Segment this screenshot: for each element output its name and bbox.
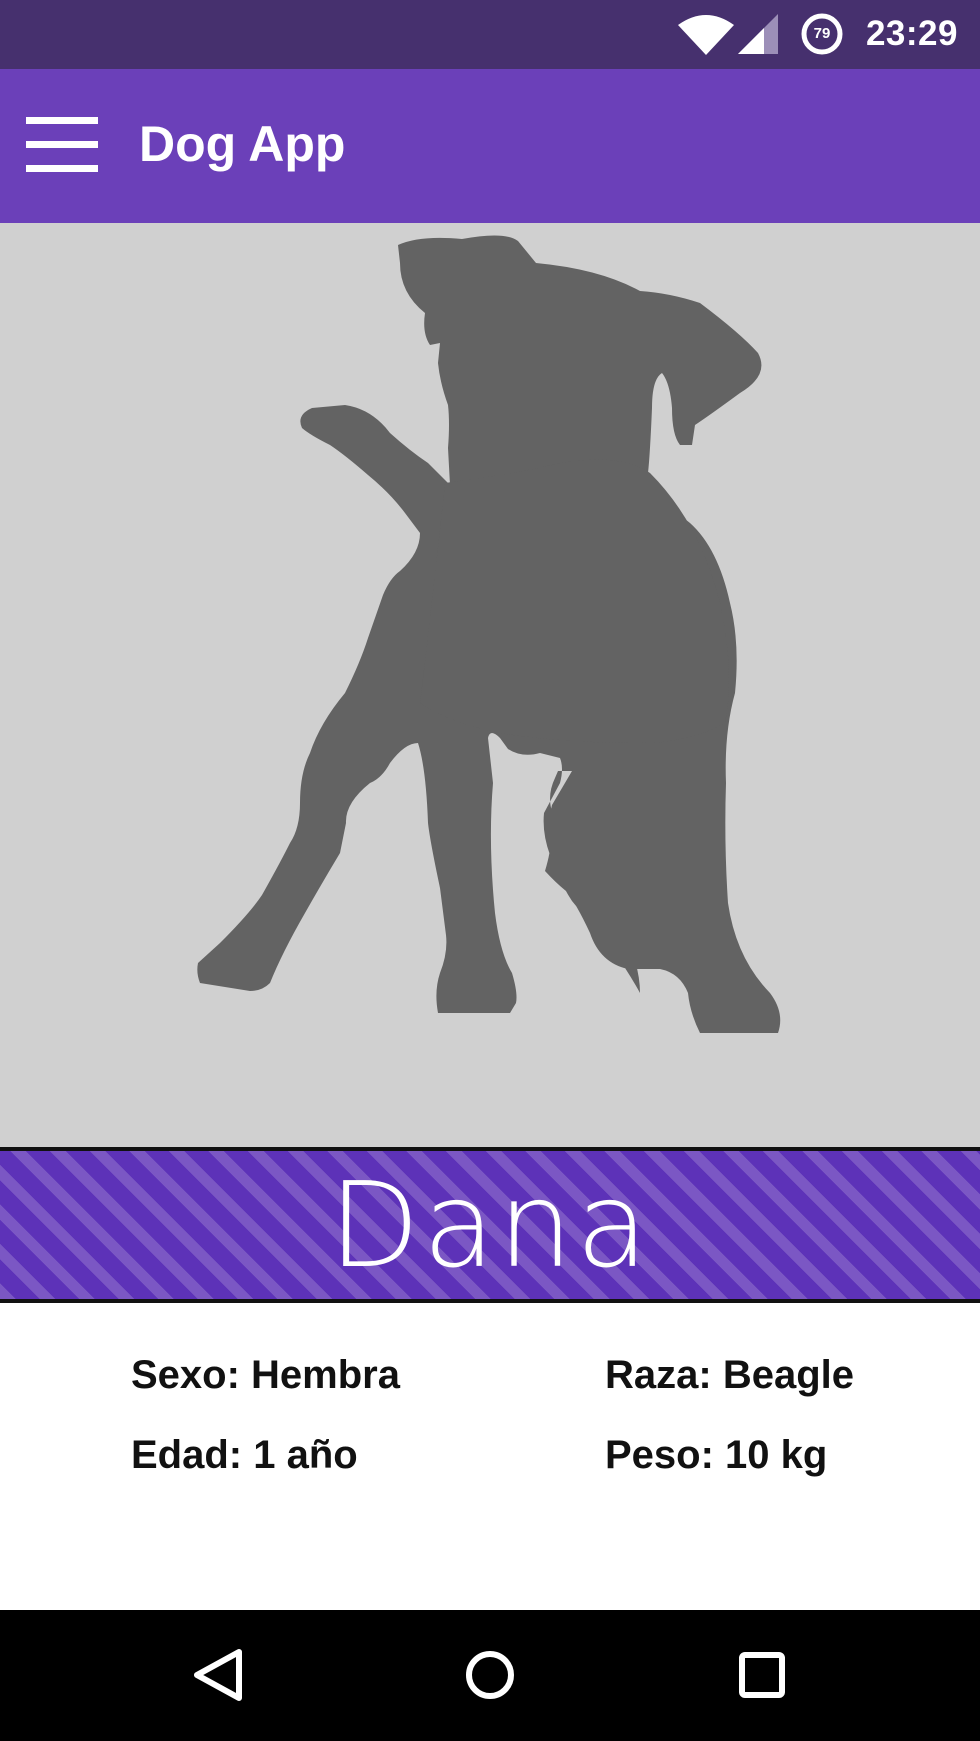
breed-detail: Raza: Beagle <box>605 1353 854 1397</box>
hamburger-menu-icon[interactable] <box>22 109 102 181</box>
weight-detail: Peso: 10 kg <box>605 1433 828 1477</box>
app-bar: Dog App <box>0 69 980 223</box>
wifi-icon <box>678 15 734 55</box>
navigation-bar <box>0 1610 980 1741</box>
pet-photo <box>0 223 980 1147</box>
pet-name-banner: Dana <box>0 1147 980 1303</box>
home-icon[interactable] <box>455 1640 525 1710</box>
age-detail: Edad: 1 año <box>131 1433 358 1477</box>
signal-icon <box>738 14 778 54</box>
clock: 23:29 <box>865 14 958 53</box>
app-title: Dog App <box>139 116 346 172</box>
back-icon[interactable] <box>183 1640 253 1710</box>
battery-icon: 79 <box>800 12 844 56</box>
status-bar: 79 23:29 <box>0 0 980 69</box>
battery-level: 79 <box>813 25 831 42</box>
pet-details: Sexo: Hembra Raza: Beagle Edad: 1 año Pe… <box>0 1303 980 1610</box>
dog-silhouette-icon <box>197 235 781 1033</box>
recents-icon[interactable] <box>727 1640 797 1710</box>
sex-detail: Sexo: Hembra <box>131 1353 400 1397</box>
pet-name: Dana <box>328 1156 652 1294</box>
